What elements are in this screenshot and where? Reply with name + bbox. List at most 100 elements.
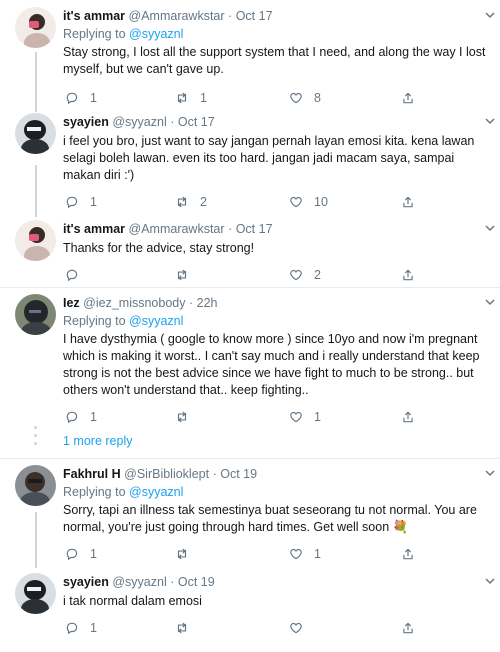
reply-mention[interactable]: @syyaznl — [129, 314, 183, 328]
share-icon — [403, 196, 413, 208]
separator-dot: · — [228, 222, 233, 236]
more-replies-dots — [34, 426, 37, 450]
conversation-feed: it's ammar @Ammarawkstar · Oct 17 Replyi… — [0, 0, 500, 652]
retweet-button[interactable] — [175, 545, 200, 563]
avatar[interactable] — [15, 465, 56, 506]
divider — [0, 458, 500, 459]
tweet-header: it's ammar @Ammarawkstar · Oct 17 — [63, 220, 488, 238]
chevron-down-icon[interactable] — [484, 575, 496, 587]
retweet-button[interactable]: 1 — [175, 89, 207, 107]
tweet-date[interactable]: Oct 17 — [178, 115, 215, 129]
display-name[interactable]: Iez — [63, 296, 80, 310]
reply-button[interactable]: 1 — [65, 193, 97, 211]
chevron-down-icon[interactable] — [484, 467, 496, 479]
tweet[interactable]: Iez @iez_missnobody · 22h Replying to @s… — [0, 294, 500, 424]
retweet-button[interactable] — [175, 266, 200, 284]
tweet-date[interactable]: Oct 19 — [220, 467, 257, 481]
separator-dot: · — [170, 575, 175, 589]
tweet-header: syayien @syyaznl · Oct 17 — [63, 113, 488, 131]
share-icon — [403, 622, 413, 634]
heart-icon — [290, 92, 302, 104]
share-button[interactable] — [401, 193, 415, 211]
separator-dot: · — [228, 9, 233, 23]
tweet-date[interactable]: Oct 17 — [236, 9, 273, 23]
replying-to: Replying to @syyaznl — [63, 313, 488, 329]
display-name[interactable]: Fakhrul H — [63, 467, 121, 481]
divider — [0, 287, 500, 288]
share-button[interactable] — [401, 619, 415, 637]
tweet[interactable]: syayien @syyaznl · Oct 17 i feel you bro… — [0, 113, 500, 211]
heart-icon — [290, 196, 302, 208]
reply-mention[interactable]: @syyaznl — [129, 27, 183, 41]
tweet[interactable]: Fakhrul H @SirBiblioklept · Oct 19 Reply… — [0, 465, 500, 563]
share-button[interactable] — [401, 545, 415, 563]
tweet-actions: 1 1 — [63, 408, 488, 426]
tweet-actions: 1 1 — [63, 545, 488, 563]
tweet-header: Iez @iez_missnobody · 22h — [63, 294, 488, 312]
retweet-button[interactable]: 2 — [175, 193, 207, 211]
user-handle[interactable]: @SirBiblioklept — [124, 467, 209, 481]
reply-button[interactable] — [65, 266, 90, 284]
show-more-replies-link[interactable]: 1 more reply — [63, 434, 132, 448]
separator-dot: · — [170, 115, 175, 129]
tweet-header: it's ammar @Ammarawkstar · Oct 17 — [63, 7, 488, 25]
avatar[interactable] — [15, 294, 56, 335]
chevron-down-icon[interactable] — [484, 115, 496, 127]
share-button[interactable] — [401, 89, 415, 107]
user-handle[interactable]: @syyaznl — [112, 575, 166, 589]
reply-count: 1 — [90, 621, 97, 635]
retweet-icon — [177, 622, 187, 634]
avatar[interactable] — [15, 573, 56, 614]
user-handle[interactable]: @syyaznl — [112, 115, 166, 129]
avatar[interactable] — [15, 220, 56, 261]
tweet-header: syayien @syyaznl · Oct 19 — [63, 573, 488, 591]
like-button[interactable]: 10 — [289, 193, 328, 211]
display-name[interactable]: it's ammar — [63, 9, 125, 23]
retweet-icon — [177, 92, 187, 104]
tweet[interactable]: syayien @syyaznl · Oct 19 i tak normal d… — [0, 573, 500, 643]
reply-button[interactable]: 1 — [65, 89, 97, 107]
display-name[interactable]: syayien — [63, 115, 109, 129]
display-name[interactable]: it's ammar — [63, 222, 125, 236]
tweet-date[interactable]: Oct 19 — [178, 575, 215, 589]
user-handle[interactable]: @Ammarawkstar — [129, 9, 225, 23]
reply-mention[interactable]: @syyaznl — [129, 485, 183, 499]
user-handle[interactable]: @Ammarawkstar — [129, 222, 225, 236]
heart-icon — [290, 269, 302, 281]
retweet-button[interactable] — [175, 408, 200, 426]
retweet-count: 1 — [200, 91, 207, 105]
like-button[interactable]: 1 — [289, 408, 321, 426]
reply-button[interactable]: 1 — [65, 545, 97, 563]
reply-button[interactable]: 1 — [65, 408, 97, 426]
retweet-icon — [177, 196, 187, 208]
avatar[interactable] — [15, 113, 56, 154]
tweet-text: Stay strong, I lost all the support syst… — [63, 45, 486, 76]
tweet-actions: 1 2 10 — [63, 193, 488, 211]
reply-icon — [66, 196, 78, 208]
tweet-date[interactable]: 22h — [197, 296, 218, 310]
reply-button[interactable]: 1 — [65, 619, 97, 637]
tweet[interactable]: it's ammar @Ammarawkstar · Oct 17 Thanks… — [0, 220, 500, 282]
tweet-date[interactable]: Oct 17 — [236, 222, 273, 236]
chevron-down-icon[interactable] — [484, 296, 496, 308]
reply-count: 1 — [90, 91, 97, 105]
like-button[interactable] — [289, 619, 314, 637]
chevron-down-icon[interactable] — [484, 222, 496, 234]
tweet-text: I have dysthymia ( google to know more )… — [63, 332, 480, 397]
tweet[interactable]: it's ammar @Ammarawkstar · Oct 17 Replyi… — [0, 7, 500, 105]
share-icon — [403, 411, 413, 423]
retweet-button[interactable] — [175, 619, 200, 637]
share-button[interactable] — [401, 266, 415, 284]
like-count: 1 — [314, 547, 321, 561]
like-button[interactable]: 1 — [289, 545, 321, 563]
user-handle[interactable]: @iez_missnobody — [83, 296, 185, 310]
like-button[interactable]: 2 — [289, 266, 321, 284]
chevron-down-icon[interactable] — [484, 9, 496, 21]
share-button[interactable] — [401, 408, 415, 426]
thread-line — [35, 512, 37, 568]
heart-icon — [290, 548, 302, 560]
like-button[interactable]: 8 — [289, 89, 321, 107]
avatar[interactable] — [15, 7, 56, 48]
tweet-actions: 1 1 8 — [63, 89, 488, 107]
display-name[interactable]: syayien — [63, 575, 109, 589]
